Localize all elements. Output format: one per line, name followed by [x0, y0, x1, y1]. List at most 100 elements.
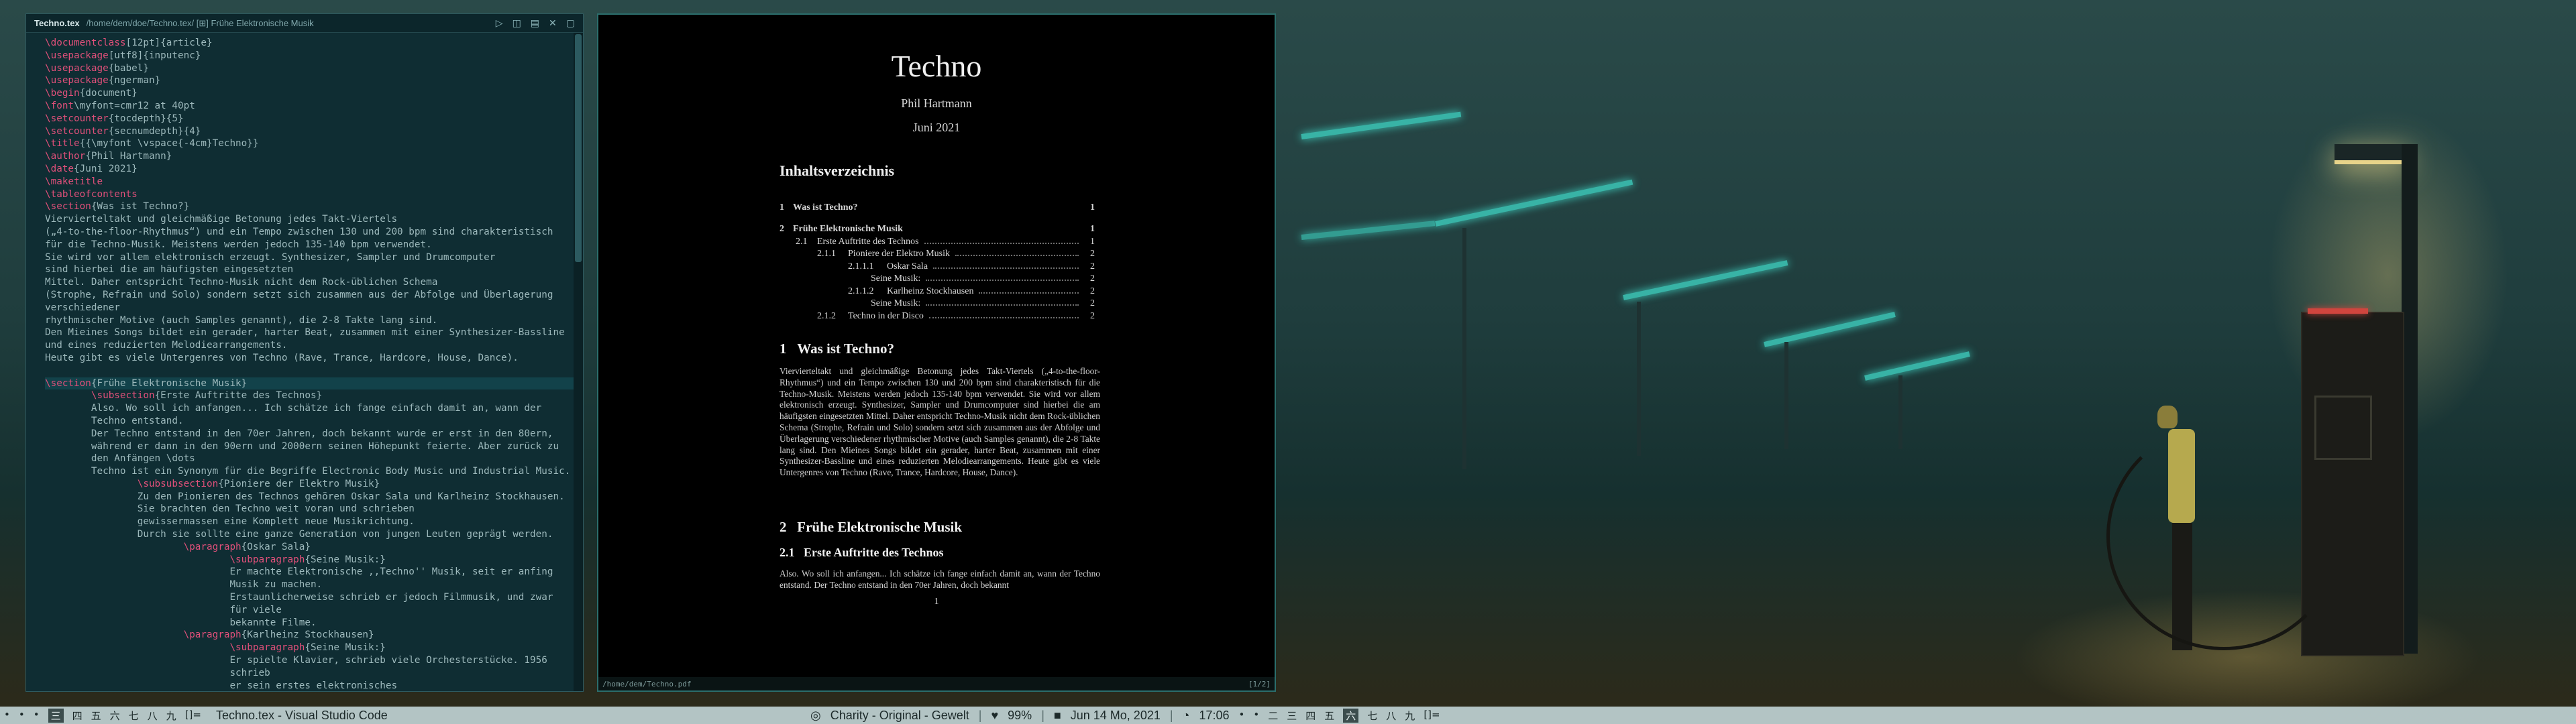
code-line[interactable]: bekannte Filme. — [45, 617, 583, 629]
code-line[interactable] — [45, 365, 583, 377]
code-line[interactable]: für die Techno-Musik. Meistens werden je… — [45, 239, 583, 251]
workspace-tag[interactable]: • — [1238, 709, 1244, 723]
code-line[interactable]: Also. Wo soll ich anfangen... Ich schätz… — [45, 402, 583, 415]
hose — [2106, 422, 2341, 650]
code-line[interactable]: Sie brachten den Techno weit voran und s… — [45, 503, 583, 516]
code-editor-window[interactable]: Techno.tex /home/dem/doe/Techno.tex/ [⊞]… — [25, 13, 584, 692]
workspace-tag[interactable]: 六 — [1343, 708, 1359, 723]
code-line[interactable]: Er spielte Klavier, schrieb viele Orches… — [45, 654, 583, 667]
code-line[interactable]: Techno entstand. — [45, 415, 583, 428]
breadcrumb[interactable]: /home/dem/doe/Techno.tex/ [⊞] Frühe Elek… — [87, 18, 496, 29]
code-line[interactable]: \documentclass[12pt]{article} — [45, 37, 583, 50]
toc-entry[interactable]: 2.1.2 Techno in der Disco 2 — [817, 311, 1095, 322]
file-tab[interactable]: Techno.tex — [34, 18, 80, 28]
editor-action-icon[interactable]: ▤ — [531, 17, 539, 29]
code-line[interactable]: Heute gibt es viele Untergenres von Tech… — [45, 352, 583, 365]
toc-entry[interactable]: 1 Was ist Techno? 1 — [780, 202, 1095, 213]
code-line[interactable]: \usepackage[utf8]{inputenc} — [45, 50, 583, 62]
code-line[interactable]: für viele — [45, 604, 583, 617]
code-area[interactable]: \documentclass[12pt]{article} \usepackage… — [26, 33, 583, 691]
code-line[interactable]: Erstaunlicherweise schrieb er jedoch Fil… — [45, 591, 583, 604]
workspace-tag[interactable]: 五 — [1324, 709, 1334, 723]
code-line[interactable]: Den Mieines Songs bildet ein gerader, ha… — [45, 326, 583, 339]
code-line[interactable]: \date{Juni 2021} — [45, 163, 583, 176]
scrollbar-thumb[interactable] — [575, 34, 582, 262]
code-line[interactable]: verschiedener — [45, 302, 583, 314]
toc-entry[interactable]: 2.1.1.1 Oskar Sala 2 — [848, 261, 1095, 272]
code-line[interactable]: \setcounter{secnumdepth}{4} — [45, 125, 583, 138]
active-window-title[interactable]: Techno.tex - Visual Studio Code — [216, 709, 388, 723]
workspace-tag[interactable]: 七 — [1367, 709, 1377, 723]
code-line[interactable]: \begin{document} — [45, 87, 583, 100]
code-line[interactable]: \subparagraph{Seine Musik:} — [45, 642, 583, 654]
code-line[interactable]: Sie wird vor allem elektronisch erzeugt.… — [45, 251, 583, 264]
toc-entry[interactable]: Seine Musik: 2 — [871, 298, 1095, 309]
editor-scrollbar[interactable] — [574, 33, 583, 691]
workspace-tag[interactable]: 三 — [1287, 709, 1297, 723]
code-line[interactable]: (Strophe, Refrain und Solo) sondern setz… — [45, 289, 583, 302]
code-line[interactable]: \font\myfont=cmr12 at 40pt — [45, 100, 583, 113]
code-line[interactable]: \usepackage{babel} — [45, 62, 583, 75]
code-line[interactable]: während er dann in den 90ern und 2000ern… — [45, 440, 583, 453]
code-line[interactable]: Techno ist ein Synonym für die Begriffe … — [45, 465, 583, 478]
code-line[interactable]: Zu den Pionieren des Technos gehören Osk… — [45, 491, 583, 503]
toc-entry[interactable]: 2.1.1.2 Karlheinz Stockhausen 2 — [848, 286, 1095, 297]
code-line[interactable]: und eines reduzierten Melodiearrangement… — [45, 339, 583, 352]
workspace-tag[interactable]: 六 — [110, 709, 120, 723]
toc-entry[interactable]: 2.1 Erste Auftritte des Technos 1 — [796, 237, 1095, 247]
code-line[interactable]: („4-to-the-floor-Rhythmus“) und ein Temp… — [45, 226, 583, 239]
music-now-playing[interactable]: Charity - Original - Gewelt — [830, 709, 969, 723]
workspace-tag[interactable]: • — [4, 709, 10, 723]
workspace-tag[interactable]: 九 — [166, 709, 176, 723]
code-line[interactable]: Er machte Elektronische ,,Techno'' Musik… — [45, 566, 583, 579]
workspace-tag[interactable]: • — [1253, 709, 1259, 723]
editor-action-icon[interactable]: ◫ — [513, 17, 521, 29]
code-line[interactable]: er sein erstes elektronisches — [45, 680, 583, 691]
code-line[interactable]: \paragraph{Karlheinz Stockhausen} — [45, 629, 583, 642]
workspace-tag[interactable]: 九 — [1405, 709, 1415, 723]
code-line[interactable]: sind hierbei die am häufigsten eingesetz… — [45, 263, 583, 276]
code-line[interactable]: \subsubsection{Pioniere der Elektro Musi… — [45, 478, 583, 491]
workspace-tag[interactable]: 八 — [1386, 709, 1396, 723]
toc-entry[interactable]: Seine Musik: 2 — [871, 274, 1095, 284]
editor-action-icon[interactable]: ✕ — [549, 17, 557, 29]
code-line[interactable]: den Anfängen \dots — [45, 452, 583, 465]
code-line[interactable]: Mittel. Daher entspricht Techno-Musik ni… — [45, 276, 583, 289]
code-line[interactable]: Musik zu machen. — [45, 579, 583, 591]
workspace-tag[interactable]: 七 — [129, 709, 139, 723]
workspace-tag[interactable]: []= — [185, 709, 201, 723]
toc-entry[interactable]: 2 Frühe Elektronische Musik 1 — [780, 224, 1095, 235]
code-line[interactable]: Viervierteltakt und gleichmäßige Betonun… — [45, 213, 583, 226]
latex-command: \documentclass — [45, 38, 126, 48]
code-line[interactable]: Durch sie sollte eine ganze Generation v… — [45, 528, 583, 541]
workspace-tag[interactable]: 二 — [1268, 709, 1278, 723]
code-line[interactable]: \paragraph{Oskar Sala} — [45, 541, 583, 554]
workspace-tag[interactable]: 五 — [91, 709, 101, 723]
code-line[interactable]: \maketitle — [45, 176, 583, 188]
toc-entry[interactable]: 2.1.1 Pioniere der Elektro Musik 2 — [817, 249, 1095, 259]
code-line[interactable]: gewissermassen eine Komplett neue Musikr… — [45, 516, 583, 528]
code-line[interactable]: \section{Was ist Techno?} — [45, 200, 583, 213]
pdf-viewer-window[interactable]: Techno Phil Hartmann Juni 2021 Inhaltsve… — [597, 13, 1276, 692]
code-line[interactable]: \subsection{Erste Auftritte des Technos} — [45, 389, 583, 402]
workspace-tag[interactable]: 三 — [48, 708, 64, 723]
code-line[interactable]: \section{Frühe Elektronische Musik} — [45, 377, 583, 390]
code-line[interactable]: \usepackage{ngerman} — [45, 74, 583, 87]
code-line[interactable]: \setcounter{tocdepth}{5} — [45, 113, 583, 125]
code-line[interactable]: rhythmischer Motive (auch Samples genann… — [45, 314, 583, 327]
workspace-tag[interactable]: • — [19, 709, 25, 723]
editor-action-icon[interactable]: ▢ — [566, 17, 575, 29]
workspace-tag[interactable]: • — [34, 709, 40, 723]
workspace-tag[interactable]: []= — [1424, 709, 1440, 723]
code-line[interactable]: schrieb — [45, 667, 583, 680]
code-line[interactable]: \author{Phil Hartmann} — [45, 150, 583, 163]
code-line[interactable]: \subparagraph{Seine Musik:} — [45, 554, 583, 566]
workspace-tag[interactable]: 四 — [1305, 709, 1316, 723]
code-line[interactable]: Der Techno entstand in den 70er Jahren, … — [45, 428, 583, 440]
workspace-tag[interactable]: 八 — [148, 709, 158, 723]
pdf-statusbar: /home/dem/Techno.pdf [1/2] — [598, 677, 1275, 690]
workspace-tag[interactable]: 四 — [72, 709, 83, 723]
editor-action-icon[interactable]: ▷ — [496, 17, 503, 29]
code-line[interactable]: \tableofcontents — [45, 188, 583, 201]
code-line[interactable]: \title{{\myfont \vspace{-4cm}Techno}} — [45, 137, 583, 150]
